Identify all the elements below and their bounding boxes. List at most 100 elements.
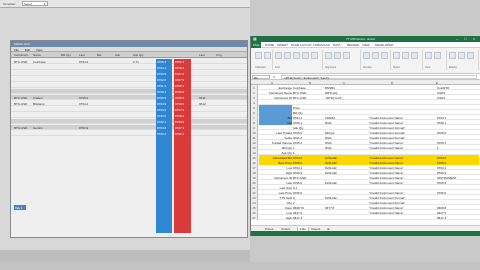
ribbon-button[interactable] xyxy=(402,52,409,59)
table-row[interactable]: BTC-USD Bitstamp 9764.2 9612 xyxy=(11,101,247,106)
bid-price[interactable]: 9760.2 xyxy=(156,90,172,94)
ask-price[interactable]: 9766.1 xyxy=(174,60,191,64)
ribbon-button[interactable] xyxy=(449,52,456,59)
ribbon-tab[interactable]: INSERT xyxy=(277,43,288,47)
table-row[interactable] xyxy=(11,65,247,70)
ribbon-button[interactable] xyxy=(434,52,441,59)
ribbon-tab[interactable]: REVIEW xyxy=(347,43,359,47)
tab-1[interactable]: Tab 1 xyxy=(14,205,26,210)
ribbon-group: Alignment xyxy=(323,50,361,70)
ribbon-button[interactable] xyxy=(302,52,309,59)
ask-price[interactable]: 9766.8 xyxy=(174,66,191,70)
ask-price[interactable]: 9768.0 xyxy=(174,114,191,118)
ask-price[interactable]: 9767.3 xyxy=(174,126,191,130)
table-cell: BTC-USD xyxy=(14,102,28,106)
bid-price[interactable]: 9765.2 xyxy=(156,60,172,64)
formula-input[interactable]: =RTD("tt.rtd",,"Instrument","Last") xyxy=(281,75,477,80)
row-number[interactable]: 27 xyxy=(251,215,258,220)
ribbon-button[interactable] xyxy=(372,52,379,59)
bid-price[interactable]: 9762.0 xyxy=(156,78,172,82)
ask-price[interactable]: 9768.9 xyxy=(174,120,191,124)
ask-price[interactable]: 9768.3 xyxy=(174,84,191,88)
ribbon-tab[interactable]: DATA xyxy=(333,43,341,47)
ribbon-tab[interactable]: FORMULAS xyxy=(313,43,330,47)
close-icon[interactable]: × xyxy=(473,36,475,41)
excel-status-bar xyxy=(251,231,480,236)
ribbon-button[interactable] xyxy=(467,52,474,59)
ribbon-button[interactable] xyxy=(284,52,291,59)
bid-price[interactable]: 9764.6 xyxy=(156,126,172,130)
bid-price[interactable]: 9765.5 xyxy=(156,96,172,100)
bid-price[interactable]: 9762.1 xyxy=(156,120,172,124)
fx-icon[interactable]: fx xyxy=(273,75,275,79)
table-row[interactable] xyxy=(11,113,247,118)
bid-price[interactable]: 9764.1 xyxy=(156,66,172,70)
ask-price[interactable]: 9768.1 xyxy=(174,132,191,136)
column-header[interactable]: Last xyxy=(79,53,85,57)
ribbon-button[interactable] xyxy=(334,52,341,59)
ribbon-tab[interactable]: HOME xyxy=(265,43,274,47)
column-header[interactable]: Name xyxy=(33,53,41,57)
table-row[interactable]: BTC-USD Kraken 9765.0 9611 xyxy=(11,95,247,100)
sheet-cell[interactable]: 9817.1 xyxy=(293,216,324,220)
minimize-icon[interactable]: – xyxy=(456,36,458,41)
table-row[interactable] xyxy=(11,119,247,124)
ribbon-button[interactable] xyxy=(275,52,282,59)
sheet-cell[interactable]: 9817.1 xyxy=(437,216,477,220)
ask-price[interactable]: 9767.2 xyxy=(174,108,191,112)
ribbon-button[interactable] xyxy=(425,52,432,59)
ribbon-tab[interactable]: DEVELOPER xyxy=(375,43,393,47)
ribbon-tab[interactable]: PAGE LAYOUT xyxy=(291,43,312,47)
ask-price[interactable]: 9767.0 xyxy=(174,72,191,76)
table-cell: 2.71 xyxy=(133,60,139,64)
ribbon-group: Cells xyxy=(423,50,447,70)
ribbon-button[interactable] xyxy=(411,52,418,59)
bid-price[interactable]: 9764.9 xyxy=(156,102,172,106)
ribbon-button[interactable] xyxy=(293,52,300,59)
ribbon-button[interactable] xyxy=(381,52,388,59)
menu-file[interactable]: File xyxy=(14,48,19,52)
ribbon-button[interactable] xyxy=(343,52,350,59)
column-header[interactable]: Bid Qty xyxy=(61,53,71,57)
table-row[interactable] xyxy=(11,131,247,136)
ask-price[interactable]: 9769.0 xyxy=(174,90,191,94)
column-header[interactable]: Chg xyxy=(216,53,222,57)
column-header[interactable]: Instrument xyxy=(14,53,28,57)
ask-price[interactable]: 9766.5 xyxy=(174,96,191,100)
ask-price[interactable]: 9767.9 xyxy=(174,78,191,82)
column-header[interactable]: Ask xyxy=(115,53,120,57)
ribbon-tab[interactable]: VIEW xyxy=(362,43,370,47)
ribbon-button[interactable] xyxy=(255,52,262,59)
maximize-icon[interactable]: □ xyxy=(464,36,466,41)
bid-price[interactable]: 9763.2 xyxy=(156,132,172,136)
ribbon-button[interactable] xyxy=(393,52,400,59)
menu-view[interactable]: View xyxy=(36,48,42,52)
column-header[interactable]: Ask Qty xyxy=(133,53,144,57)
bid-price[interactable]: 9761.4 xyxy=(156,84,172,88)
chevron-down-icon[interactable]: ▾ xyxy=(44,2,46,6)
grid-column-headers: Instrument Name Bid Qty Last Bid Ask Ask Qty La… xyxy=(11,52,247,58)
table-row[interactable]: BTC-USD Coinbase 9764.0 2.71 xyxy=(11,59,247,64)
table-row[interactable] xyxy=(11,107,247,112)
name-box[interactable]: B3 xyxy=(252,75,270,80)
table-row[interactable] xyxy=(11,89,247,94)
ribbon-group-label: Number xyxy=(363,66,372,69)
bid-price[interactable]: 9764.0 xyxy=(156,108,172,112)
table-row[interactable]: BTC-USD Gemini 9763.9 xyxy=(11,125,247,130)
ribbon-button[interactable] xyxy=(325,52,332,59)
worksheet-grid[interactable]: 1 Exchange Coinbase BNSB4 CoinRTD 2 Instrument… xyxy=(251,85,480,225)
ribbon-button[interactable] xyxy=(311,52,318,59)
sheet-cell[interactable]: High xyxy=(259,216,292,220)
ribbon-button[interactable] xyxy=(363,52,370,59)
bid-price[interactable]: 9763.5 xyxy=(156,72,172,76)
ribbon-button[interactable] xyxy=(458,52,465,59)
bid-price[interactable]: 9763.0 xyxy=(156,114,172,118)
menu-edit[interactable]: Edit xyxy=(25,48,30,52)
ribbon-button[interactable] xyxy=(264,52,271,59)
ask-price[interactable]: 9766.9 xyxy=(174,102,191,106)
column-header[interactable]: Bid xyxy=(97,53,101,57)
table-row[interactable] xyxy=(11,83,247,88)
table-row[interactable] xyxy=(11,77,247,82)
column-header[interactable]: Last xyxy=(199,53,205,57)
table-row[interactable] xyxy=(11,71,247,76)
